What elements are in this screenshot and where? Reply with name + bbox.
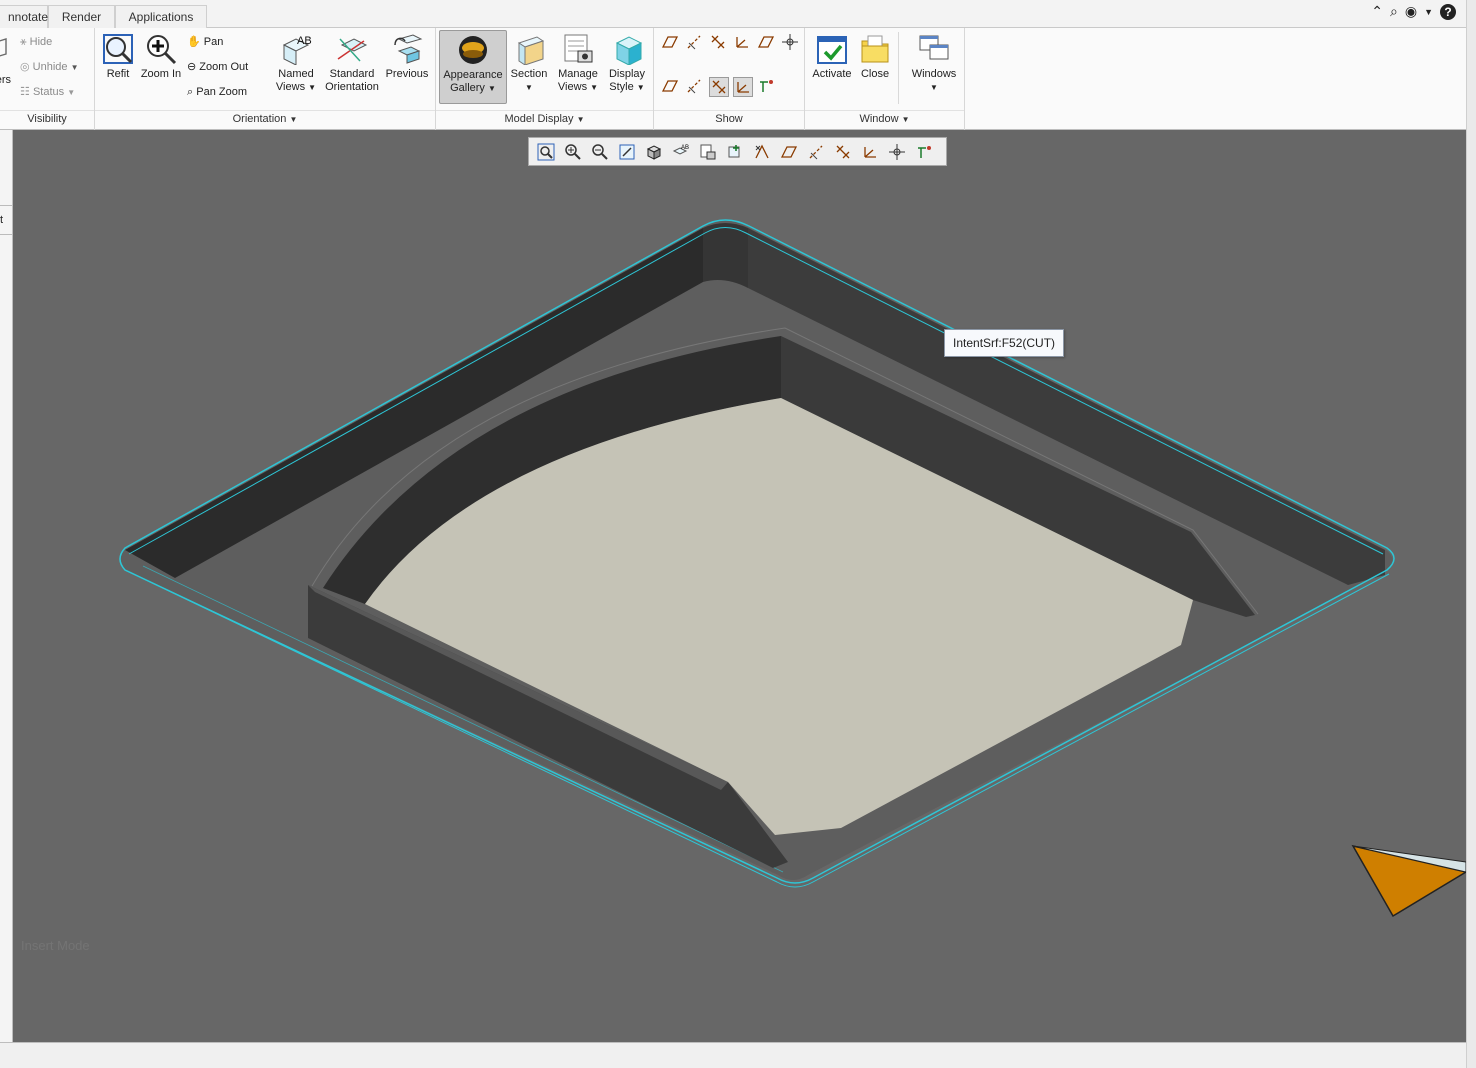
manage-views-icon[interactable]: [696, 141, 720, 163]
group-show: Show: [654, 28, 805, 130]
manage-views-button[interactable]: Manage Views ▼: [554, 33, 602, 94]
status-bar: [0, 1042, 1466, 1068]
csys-tag-display-icon[interactable]: [733, 77, 753, 97]
point-display-icon[interactable]: [831, 141, 855, 163]
community-icon[interactable]: ◉: [1405, 3, 1417, 20]
ribbon-tab-bar: nnotate Render Applications ⌃ ⌕ ◉ ▼ ?: [0, 0, 1466, 28]
zoom-in-icon: [147, 35, 177, 65]
display-style-button[interactable]: Display Style ▼: [604, 33, 650, 94]
status-button[interactable]: ☷ Status ▼: [20, 84, 75, 100]
in-graphics-toolbar: AB: [528, 137, 947, 166]
csys-display-icon[interactable]: [733, 33, 753, 53]
point-tag-display-icon[interactable]: [709, 77, 729, 97]
activate-button[interactable]: Activate: [809, 33, 855, 81]
unhide-button[interactable]: ◎ Unhide ▼: [20, 59, 79, 75]
group-label-window[interactable]: Window ▼: [805, 110, 964, 127]
appearance-gallery-button[interactable]: Appearance Gallery ▼: [439, 30, 507, 104]
panel-tab[interactable]: t: [0, 205, 12, 235]
axis-display-icon[interactable]: [685, 33, 705, 53]
csys-display-icon[interactable]: [858, 141, 882, 163]
plane-display-icon[interactable]: [777, 141, 801, 163]
point-display-icon[interactable]: [709, 33, 729, 53]
zoom-in-icon[interactable]: [561, 141, 585, 163]
named-views-button[interactable]: AB Named Views ▼: [271, 33, 321, 94]
svg-text:AB: AB: [681, 145, 689, 151]
help-icon[interactable]: ?: [1440, 3, 1456, 20]
hide-button[interactable]: ⚹ Hide: [20, 34, 52, 50]
selection-tooltip: IntentSrf:F52(CUT): [944, 329, 1065, 357]
svg-text:AB: AB: [297, 35, 312, 47]
appearance-gallery-icon: [459, 36, 487, 64]
insert-mode-label: Insert Mode: [21, 938, 90, 953]
pan-hand-icon: ✋: [187, 36, 201, 48]
close-button[interactable]: Close: [857, 33, 893, 81]
right-window-edge: [1466, 0, 1476, 1068]
app-window: nnotate Render Applications ⌃ ⌕ ◉ ▼ ? er…: [0, 0, 1476, 1068]
repaint-icon[interactable]: [615, 141, 639, 163]
model-view[interactable]: [13, 130, 1466, 1042]
zoom-in-button[interactable]: Zoom In: [139, 33, 183, 81]
model-tree-panel[interactable]: t: [0, 130, 13, 1042]
pan-zoom-icon: ⌕: [187, 86, 194, 98]
zoom-out-button[interactable]: ⊖ Zoom Out: [187, 59, 248, 75]
previous-view-icon: [394, 34, 423, 64]
group-label-orientation[interactable]: Orientation ▼: [95, 110, 435, 127]
windows-icon: [919, 35, 949, 60]
ribbon: ers ⚹ Hide ◎ Unhide ▼ ☷ Status ▼ Visibil…: [0, 28, 1466, 130]
plane-tag-display-icon[interactable]: [661, 77, 681, 97]
spin-center-icon[interactable]: [885, 141, 909, 163]
standard-orientation-icon: [337, 38, 368, 62]
windows-button[interactable]: Windows ▼: [905, 33, 963, 94]
display-style-icon: [615, 36, 643, 65]
annotation-display-icon[interactable]: [757, 77, 777, 97]
pan-button[interactable]: ✋ Pan: [187, 34, 223, 50]
minimize-ribbon-icon[interactable]: ⌃: [1371, 3, 1383, 20]
dropdown-arrow-icon[interactable]: ▼: [1424, 7, 1433, 17]
view-normal-icon[interactable]: [723, 141, 747, 163]
standard-orientation-button[interactable]: Standard Orientation: [323, 33, 381, 94]
unhide-icon: ◎: [20, 61, 30, 73]
previous-button[interactable]: Previous: [383, 33, 431, 81]
group-model-display: Appearance Gallery ▼ Section ▼ Manage Views…: [436, 28, 654, 130]
refit-button[interactable]: Refit: [101, 33, 135, 81]
axis-tag-display-icon[interactable]: [685, 77, 705, 97]
group-label-show: Show: [654, 110, 804, 127]
group-label-visibility: Visibility: [0, 110, 94, 127]
zoom-out-icon[interactable]: [588, 141, 612, 163]
top-right-icons: ⌃ ⌕ ◉ ▼ ?: [1371, 3, 1456, 20]
plane-tag-icon[interactable]: [757, 33, 777, 53]
layers-icon: [0, 38, 14, 58]
named-views-icon[interactable]: AB: [669, 141, 693, 163]
tab-annotate[interactable]: nnotate: [0, 5, 48, 28]
close-folder-icon: [861, 35, 889, 63]
group-window: Activate Close Windows ▼ Window ▼: [805, 28, 965, 130]
axis-display-icon[interactable]: [804, 141, 828, 163]
annotation-display-icon[interactable]: [912, 141, 936, 163]
group-visibility: ers ⚹ Hide ◎ Unhide ▼ ☷ Status ▼ Visibil…: [0, 28, 95, 130]
zoom-out-icon: ⊖: [187, 61, 197, 73]
manage-views-icon: [564, 34, 593, 63]
activate-icon: [817, 36, 847, 64]
group-orientation: Refit Zoom In ✋ Pan ⊖ Zoom Out ⌕ Pan Zoo…: [95, 28, 436, 130]
group-divider: [898, 32, 899, 104]
tab-applications[interactable]: Applications: [115, 5, 207, 28]
datum-display-icon[interactable]: [750, 141, 774, 163]
plane-display-icon[interactable]: [661, 33, 681, 53]
spin-center-icon[interactable]: [781, 33, 801, 53]
refit-icon: [103, 34, 133, 64]
hide-icon: ⚹: [20, 36, 27, 48]
graphics-viewport[interactable]: AB IntentSrf:F52(CUT) Insert Mode: [13, 130, 1466, 1042]
outer-wall-corner[interactable]: [703, 223, 748, 288]
search-icon[interactable]: ⌕: [1390, 3, 1398, 20]
display-style-icon[interactable]: [642, 141, 666, 163]
section-button[interactable]: Section ▼: [508, 33, 550, 94]
status-icon: ☷: [20, 86, 30, 98]
group-label-model-display[interactable]: Model Display ▼: [436, 110, 653, 127]
named-views-icon: AB: [282, 35, 312, 65]
refit-icon[interactable]: [534, 141, 558, 163]
layers-button[interactable]: ers: [0, 72, 11, 88]
pan-zoom-button[interactable]: ⌕ Pan Zoom: [187, 84, 247, 100]
tab-render[interactable]: Render: [48, 5, 115, 28]
section-icon: [517, 36, 545, 65]
